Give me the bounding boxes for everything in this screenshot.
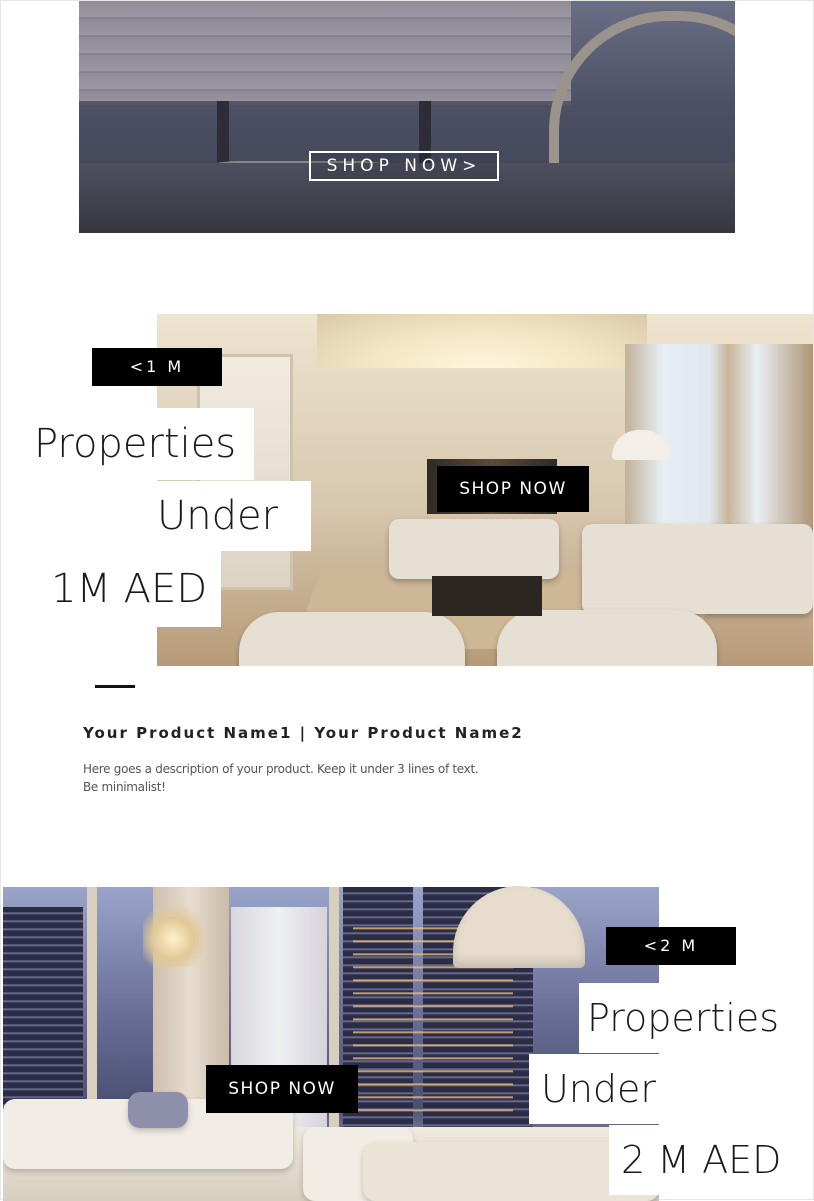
promo-title-line2: Under	[529, 1054, 667, 1124]
cushion	[128, 1092, 188, 1128]
sofa	[582, 524, 813, 614]
chandelier	[143, 897, 203, 967]
divider	[95, 685, 135, 688]
product-description-line2: Be minimalist!	[83, 780, 166, 794]
promo-title-line1: Properties	[579, 983, 779, 1053]
armchair	[239, 612, 465, 666]
product-description-line1: Here goes a description of your product.…	[83, 762, 479, 776]
shop-now-button[interactable]: SHOP NOW>	[309, 151, 499, 181]
product-description: Here goes a description of your product.…	[83, 760, 583, 796]
hero-banner-dining: SHOP NOW>	[79, 1, 735, 233]
promo-title-line3: 1M AED	[41, 551, 221, 627]
shop-now-button[interactable]: SHOP NOW	[206, 1065, 358, 1113]
promo-title-line3: 2 M AED	[609, 1125, 799, 1195]
window-frame	[87, 887, 97, 1127]
promo-title-line1: Properties	[26, 408, 254, 480]
city-tower	[3, 907, 83, 1127]
coffee-table	[432, 576, 542, 616]
armchair	[497, 610, 717, 666]
sofa	[389, 519, 559, 579]
product-name[interactable]: Your Product Name1 | Your Product Name2	[83, 724, 524, 742]
promo-title-line2: Under	[151, 481, 311, 551]
shop-now-button[interactable]: SHOP NOW	[437, 466, 589, 512]
price-badge: <1 M	[92, 348, 222, 386]
ceiling-light	[317, 314, 647, 368]
price-badge: <2 M	[606, 927, 736, 965]
table-image-part	[79, 1, 571, 105]
